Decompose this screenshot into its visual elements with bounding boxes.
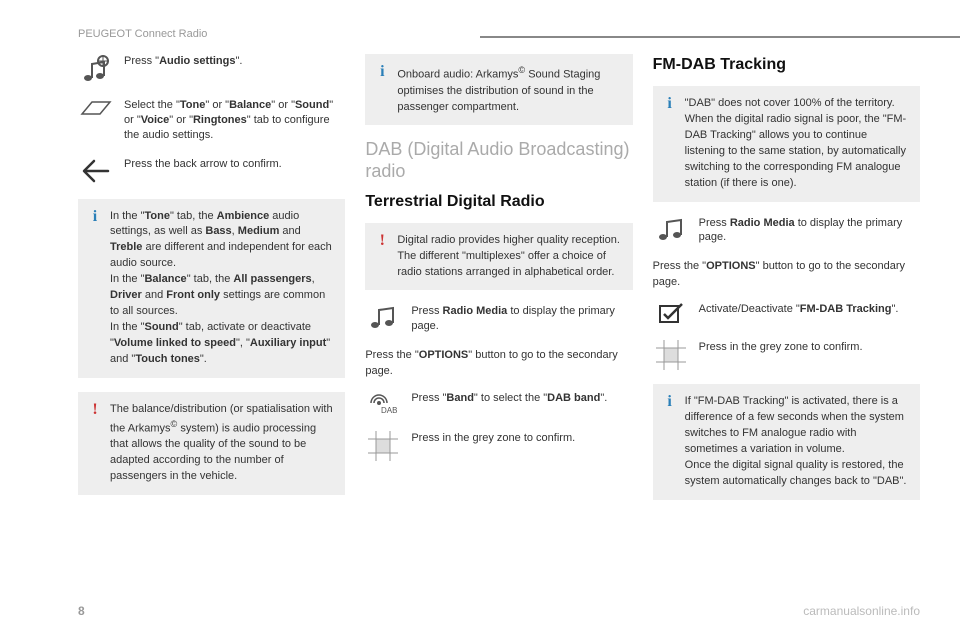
page-number: 8: [78, 604, 85, 618]
info-icon: i: [663, 96, 677, 112]
back-arrow-icon: [78, 157, 114, 185]
step-radio-media-col3-text: Press Radio Media to display the primary…: [699, 216, 920, 246]
info-fm-dab-delay-text: If "FM-DAB Tracking" is activated, there…: [685, 394, 908, 490]
music-note-icon: [365, 304, 401, 330]
info-onboard-audio-text: Onboard audio: Arkamys© Sound Staging op…: [397, 64, 620, 115]
step-toggle-fm-dab: Activate/Deactivate "FM-DAB Tracking".: [653, 302, 920, 326]
body-options-col2: Press the "OPTIONS" button to go to the …: [365, 348, 632, 379]
warn-digital-radio: ! Digital radio provides higher quality …: [365, 223, 632, 291]
info-fm-dab-delay: i If "FM-DAB Tracking" is activated, the…: [653, 384, 920, 500]
info-icon: i: [663, 394, 677, 410]
step-back-arrow-text: Press the back arrow to confirm.: [124, 157, 345, 172]
step-select-tab: Select the "Tone" or "Balance" or "Sound…: [78, 98, 345, 143]
header-rule: [480, 36, 960, 38]
step-grey-zone-col3-text: Press in the grey zone to confirm.: [699, 340, 920, 355]
svg-text:DAB: DAB: [381, 406, 397, 415]
info-icon: i: [88, 209, 102, 225]
warn-arkamys: ! The balance/distribution (or spatialis…: [78, 392, 345, 495]
heading-dab: DAB (Digital Audio Broadcasting) radio: [365, 139, 632, 182]
warning-icon: !: [88, 402, 102, 418]
watermark: carmanualsonline.info: [803, 604, 920, 618]
step-toggle-fm-dab-text: Activate/Deactivate "FM-DAB Tracking".: [699, 302, 920, 317]
heading-terrestrial: Terrestrial Digital Radio: [365, 193, 632, 211]
warning-icon: !: [375, 233, 389, 249]
info-tone-balance-sound: i In the "Tone" tab, the Ambience audio …: [78, 199, 345, 378]
column-3: FM-DAB Tracking i "DAB" does not cover 1…: [653, 54, 920, 590]
page-header: PEUGEOT Connect Radio: [78, 28, 207, 40]
step-grey-zone-col2: Press in the grey zone to confirm.: [365, 431, 632, 461]
info-tone-text: In the "Tone" tab, the Ambience audio se…: [110, 209, 333, 368]
column-1: Press "Audio settings". Select the "Tone…: [78, 54, 345, 590]
info-dab-coverage: i "DAB" does not cover 100% of the terri…: [653, 86, 920, 202]
info-onboard-audio: i Onboard audio: Arkamys© Sound Staging …: [365, 54, 632, 125]
step-radio-media-col2: Press Radio Media to display the primary…: [365, 304, 632, 334]
body-options-col3: Press the "OPTIONS" button to go to the …: [653, 259, 920, 290]
audio-settings-icon: [78, 54, 114, 84]
heading-fm-dab-tracking: FM-DAB Tracking: [653, 56, 920, 74]
step-radio-media-text: Press Radio Media to display the primary…: [411, 304, 632, 334]
step-select-tab-text: Select the "Tone" or "Balance" or "Sound…: [124, 98, 345, 143]
info-dab-coverage-text: "DAB" does not cover 100% of the territo…: [685, 96, 908, 192]
step-grey-zone-text: Press in the grey zone to confirm.: [411, 431, 632, 446]
info-icon: i: [375, 64, 389, 80]
column-2: i Onboard audio: Arkamys© Sound Staging …: [365, 54, 632, 590]
step-band-text: Press "Band" to select the "DAB band".: [411, 391, 632, 406]
tab-icon: [78, 98, 114, 118]
step-band: DAB Press "Band" to select the "DAB band…: [365, 391, 632, 417]
grey-zone-icon: [653, 340, 689, 370]
music-note-icon: [653, 216, 689, 242]
checkbox-icon: [653, 302, 689, 326]
dab-band-icon: DAB: [365, 391, 401, 417]
warn-arkamys-text: The balance/distribution (or spatialisat…: [110, 402, 333, 485]
step-audio-settings: Press "Audio settings".: [78, 54, 345, 84]
grey-zone-icon: [365, 431, 401, 461]
step-audio-settings-text: Press "Audio settings".: [124, 54, 345, 69]
step-back-arrow: Press the back arrow to confirm.: [78, 157, 345, 185]
page-content: Press "Audio settings". Select the "Tone…: [78, 54, 920, 590]
step-grey-zone-col3: Press in the grey zone to confirm.: [653, 340, 920, 370]
warn-digital-radio-text: Digital radio provides higher quality re…: [397, 233, 620, 281]
step-radio-media-col3: Press Radio Media to display the primary…: [653, 216, 920, 246]
